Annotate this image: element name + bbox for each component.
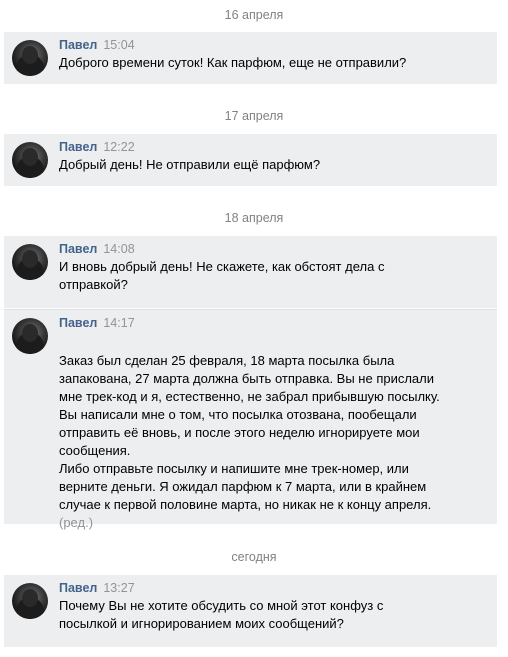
message-text: Заказ был сделан 25 февраля, 18 марта по… (59, 353, 440, 512)
message-text: И вновь добрый день! Не скажете, как обс… (59, 259, 385, 292)
message-time[interactable]: 14:08 (103, 242, 134, 256)
message-time[interactable]: 13:27 (103, 581, 134, 595)
avatar[interactable] (12, 142, 48, 178)
author-name[interactable]: Павел (59, 581, 97, 595)
message-time[interactable]: 12:22 (103, 140, 134, 154)
date-separator: 18 апреля (224, 211, 284, 225)
author-name[interactable]: Павел (59, 140, 97, 154)
message-text: Почему Вы не хотите обсудить со мной это… (59, 598, 384, 631)
message[interactable]: Павел 14:08 И вновь добрый день! Не скаже… (4, 236, 497, 308)
message[interactable]: Павел 13:27 Почему Вы не хотите обсудить … (4, 575, 497, 647)
message[interactable]: Павел 15:04 Доброго времени суток! Как па… (4, 32, 497, 84)
message-text: Добрый день! Не отправили ещё парфюм? (59, 157, 321, 172)
message-time[interactable]: 14:17 (103, 316, 134, 330)
edited-label[interactable]: (ред.) (59, 514, 479, 532)
message-text: Доброго времени суток! Как парфюм, еще н… (59, 55, 407, 70)
author-name[interactable]: Павел (59, 316, 97, 330)
date-separator: 17 апреля (224, 109, 284, 123)
author-name[interactable]: Павел (59, 242, 97, 256)
date-separator: 16 апреля (224, 8, 284, 22)
message[interactable]: Павел 12:22 Добрый день! Не отправили ещё… (4, 134, 497, 186)
avatar[interactable] (12, 318, 48, 354)
avatar[interactable] (12, 244, 48, 280)
message[interactable]: Павел 14:17 Заказ был сделан 25 февраля, … (4, 309, 497, 530)
message-time[interactable]: 15:04 (103, 38, 134, 52)
avatar[interactable] (12, 40, 48, 76)
author-name[interactable]: Павел (59, 38, 97, 52)
message-body: Заказ был сделан 25 февраля, 18 марта по… (59, 334, 479, 550)
avatar[interactable] (12, 583, 48, 619)
date-separator: сегодня (231, 550, 277, 564)
